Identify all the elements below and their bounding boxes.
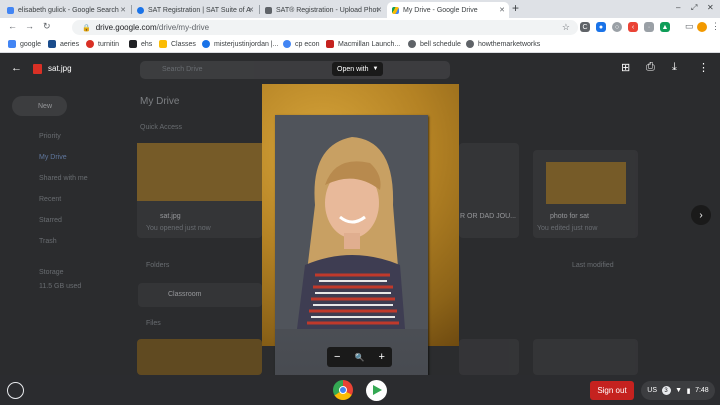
globe-icon [466, 40, 474, 48]
q-icon [202, 40, 210, 48]
bookmark-bell-schedule[interactable]: bell schedule [408, 40, 461, 48]
new-button: New [38, 103, 53, 110]
tab-label: elisabeth gulick - Google Search [18, 6, 119, 14]
close-icon[interactable]: ✕ [120, 6, 126, 14]
close-window-button[interactable]: ✕ [707, 3, 714, 12]
image-viewer-overlay: Search Drive New My Drive Quick Access P… [0, 53, 720, 375]
browser-toolbar: ← → ↻ 🔒 drive.google.com/drive/my-drive … [0, 18, 720, 37]
new-tab-button[interactable]: + [512, 1, 519, 15]
bookmark-ehs[interactable]: ehs [129, 40, 152, 48]
play-store-icon[interactable] [366, 380, 387, 401]
aeries-icon [48, 40, 56, 48]
status-tray[interactable]: US 3 ▼ ▮ 7:48 [641, 381, 715, 400]
back-arrow-icon[interactable]: ← [8, 21, 17, 31]
tab-strip: elisabeth gulick - Google Search ✕ SAT R… [0, 0, 720, 18]
macmillan-icon [326, 40, 334, 48]
bookmark-macmillan[interactable]: Macmillan Launch... [326, 40, 400, 48]
tab-sat-registration[interactable]: SAT Registration | SAT Suite of A ✕ [132, 2, 258, 18]
classroom-icon [159, 40, 167, 48]
turnitin-icon [86, 40, 94, 48]
zoom-in-button[interactable]: + [379, 351, 385, 363]
close-icon[interactable]: ✕ [376, 6, 382, 14]
more-options-icon[interactable]: ⋮ [698, 61, 709, 74]
drive-extension-icon[interactable]: ▲ [660, 22, 670, 32]
print-icon[interactable]: ⎙ [646, 61, 655, 74]
shield-favicon-icon [137, 6, 144, 14]
reload-icon[interactable]: ↻ [43, 21, 51, 32]
download-icon[interactable]: ⤓ [672, 61, 677, 74]
quick-access-heading: Quick Access [140, 124, 183, 131]
bookmark-google[interactable]: google [8, 40, 41, 48]
open-with-button[interactable]: Open with ▼ [332, 62, 384, 76]
extension-icon[interactable]: ● [596, 22, 606, 32]
address-bar[interactable]: 🔒 drive.google.com/drive/my-drive ☆ [72, 20, 578, 35]
bookmark-cp-econ[interactable]: cp econ [283, 40, 320, 48]
url-path: /drive/my-drive [156, 23, 210, 32]
input-locale: US [647, 387, 658, 394]
econ-icon [283, 40, 291, 48]
tab-label: SAT® Registration - Upload Phot [276, 6, 379, 14]
tab-google-search[interactable]: elisabeth gulick - Google Search ✕ [2, 2, 130, 18]
sign-out-button[interactable]: Sign out [590, 381, 634, 400]
bookmark-misterjustinjordan[interactable]: misterjustinjordan |... [202, 40, 278, 48]
bookmarks-bar: google aeries turnitin ehs Classes miste… [0, 37, 720, 53]
tab-label: My Drive - Google Drive [403, 6, 478, 14]
extension-icon[interactable]: ○ [612, 22, 622, 32]
extension-icon[interactable]: ‹ [628, 22, 638, 32]
minimize-button[interactable]: – [676, 3, 680, 12]
clock: 7:48 [695, 387, 709, 394]
zoom-icon[interactable]: 🔍 [355, 353, 365, 362]
chevron-right-icon: › [699, 209, 703, 221]
close-icon[interactable]: ✕ [248, 6, 254, 14]
ehs-icon [129, 40, 137, 48]
launcher-button[interactable] [7, 382, 24, 399]
bookmark-howthemarketworks[interactable]: howthemarketworks [466, 40, 540, 48]
my-drive-heading: My Drive [140, 96, 180, 107]
wifi-icon: ▼ [675, 387, 683, 394]
battery-icon: ▮ [686, 387, 691, 395]
chevron-down-icon: ▼ [372, 66, 379, 72]
tab-my-drive[interactable]: My Drive - Google Drive ✕ [387, 2, 509, 18]
globe-icon [408, 40, 416, 48]
chrome-icon[interactable] [333, 380, 353, 400]
image-file-icon [33, 64, 42, 74]
lock-icon: 🔒 [82, 24, 91, 32]
bookmark-turnitin[interactable]: turnitin [86, 40, 119, 48]
star-icon[interactable]: ☆ [562, 22, 570, 33]
bookmark-classes[interactable]: Classes [159, 40, 196, 48]
portrait-image [275, 115, 428, 329]
menu-dots-icon[interactable]: ⋮ [711, 21, 720, 32]
zoom-out-button[interactable]: − [334, 351, 340, 363]
back-arrow-icon[interactable]: ← [11, 62, 22, 74]
restore-button[interactable]: ⤢ [691, 3, 697, 13]
page-favicon-icon [265, 6, 272, 14]
tab-sat-upload-photo[interactable]: SAT® Registration - Upload Phot ✕ [260, 2, 386, 18]
extension-icon[interactable]: · [644, 22, 654, 32]
forward-arrow-icon[interactable]: → [25, 21, 34, 31]
google-icon [8, 40, 16, 48]
tab-label: SAT Registration | SAT Suite of A [148, 6, 251, 14]
close-icon[interactable]: ✕ [499, 6, 505, 14]
zoom-controls: − 🔍 + [327, 347, 392, 367]
bookmark-aeries[interactable]: aeries [48, 40, 79, 48]
extension-icon[interactable]: C [580, 22, 590, 32]
add-comment-icon[interactable]: ⊞ [621, 61, 630, 74]
drive-favicon-icon [392, 6, 399, 14]
next-file-button[interactable]: › [691, 205, 711, 225]
viewer-header: ← sat.jpg Open with ▼ ⊞ ⎙ ⤓ ⋮ [0, 53, 720, 85]
avatar[interactable] [697, 22, 707, 32]
url-host: drive.google.com [95, 23, 157, 32]
google-favicon-icon [7, 6, 14, 14]
file-name: sat.jpg [48, 64, 72, 73]
cast-icon[interactable]: ▭ [685, 21, 694, 32]
notification-badge: 3 [661, 386, 671, 395]
portrait-photo [275, 115, 428, 375]
